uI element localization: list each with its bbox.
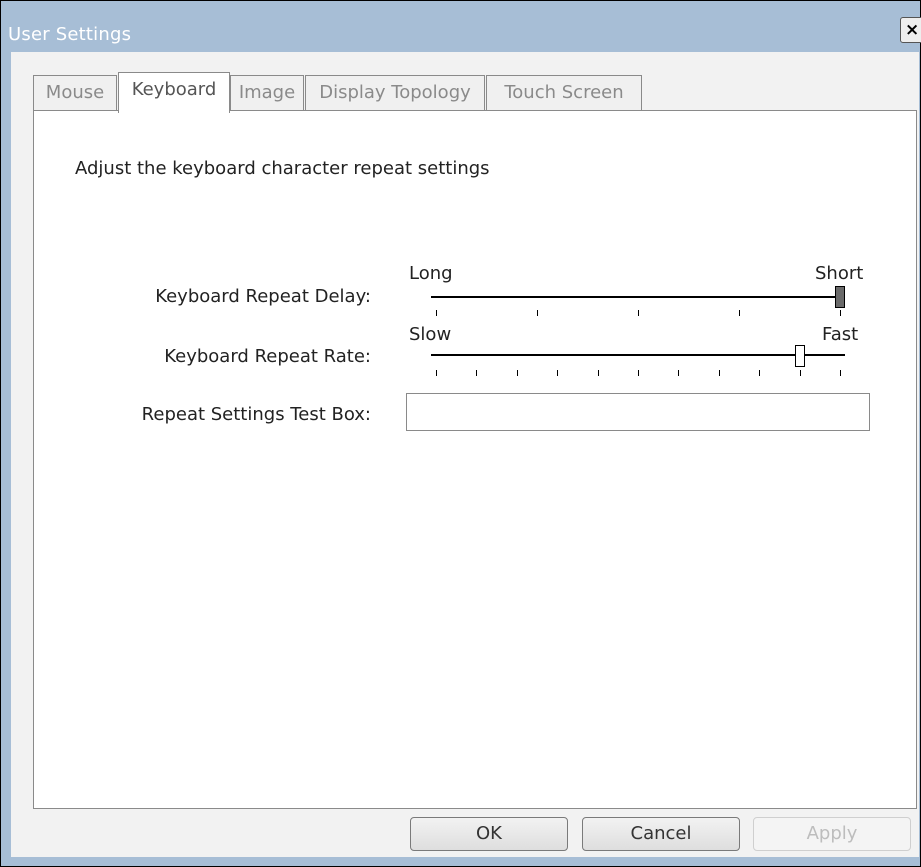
tab-mouse[interactable]: Mouse (33, 75, 117, 110)
tab-label: Mouse (45, 82, 105, 103)
repeat-rate-tick (517, 370, 518, 376)
panel-description: Adjust the keyboard character repeat set… (75, 158, 490, 179)
cancel-button[interactable]: Cancel (582, 817, 740, 851)
repeat-rate-thumb[interactable] (795, 345, 805, 367)
tab-touch-screen[interactable]: Touch Screen (486, 75, 642, 110)
tab-image[interactable]: Image (230, 75, 304, 110)
repeat-delay-thumb[interactable] (835, 286, 845, 308)
repeat-test-input[interactable] (406, 393, 870, 431)
repeat-delay-tick (739, 310, 740, 316)
repeat-rate-tick (840, 370, 841, 376)
close-icon: × (905, 20, 920, 40)
repeat-rate-tick (638, 370, 639, 376)
repeat-rate-tick (719, 370, 720, 376)
ok-button[interactable]: OK (410, 817, 568, 851)
tab-display-topology[interactable]: Display Topology (305, 75, 485, 110)
apply-button[interactable]: Apply (753, 817, 911, 851)
repeat-rate-tick (759, 370, 760, 376)
repeat-delay-label: Keyboard Repeat Delay: (155, 286, 371, 307)
tab-keyboard[interactable]: Keyboard (118, 72, 230, 113)
repeat-rate-max-label: Fast (822, 324, 859, 345)
repeat-rate-tick (557, 370, 558, 376)
repeat-rate-tick (800, 370, 801, 376)
repeat-delay-track[interactable] (431, 296, 845, 298)
keyboard-tab-panel (33, 110, 917, 809)
repeat-delay-tick (638, 310, 639, 316)
repeat-delay-min-label: Long (409, 263, 453, 284)
repeat-rate-tick (678, 370, 679, 376)
repeat-rate-label: Keyboard Repeat Rate: (164, 346, 371, 367)
repeat-rate-min-label: Slow (409, 324, 452, 345)
tab-label: Display Topology (319, 82, 471, 103)
repeat-delay-max-label: Short (815, 263, 864, 284)
window-title: User Settings (8, 24, 132, 45)
repeat-delay-tick (537, 310, 538, 316)
repeat-delay-tick (436, 310, 437, 316)
tab-label: Touch Screen (504, 82, 624, 103)
repeat-rate-tick (436, 370, 437, 376)
repeat-delay-tick (840, 310, 841, 316)
repeat-rate-tick (598, 370, 599, 376)
title-bar[interactable]: User Settings (1, 1, 920, 53)
test-box-label: Repeat Settings Test Box: (141, 404, 371, 425)
close-button[interactable]: × (900, 17, 921, 43)
tab-label: Image (238, 82, 296, 103)
tab-label: Keyboard (131, 79, 217, 100)
repeat-rate-track[interactable] (431, 354, 845, 356)
repeat-rate-tick (476, 370, 477, 376)
